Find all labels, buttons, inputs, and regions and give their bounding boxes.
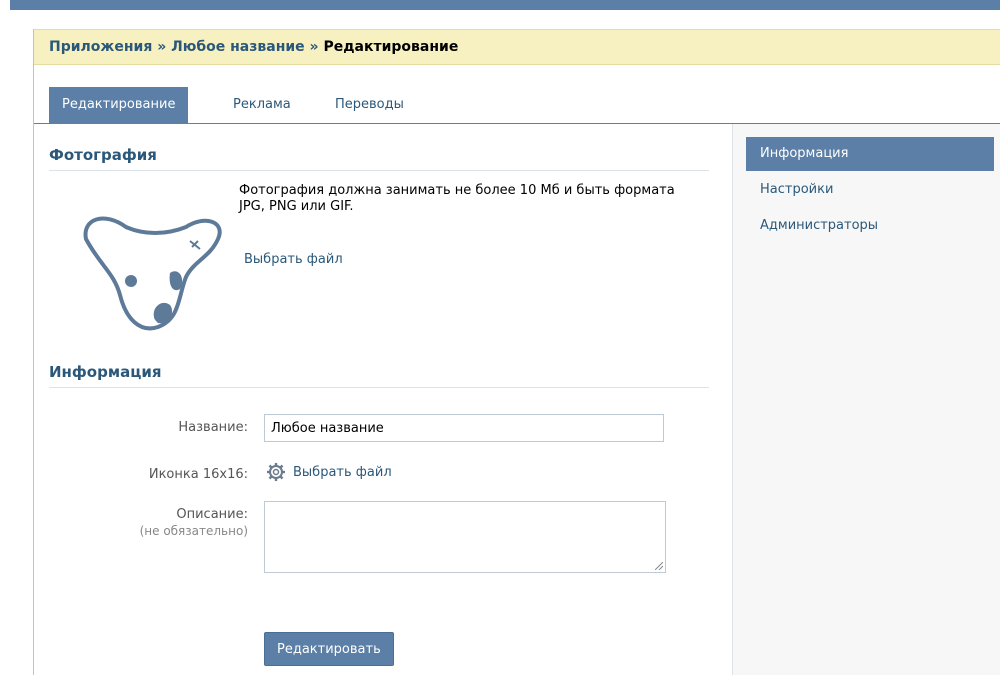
breadcrumb-apps-link[interactable]: Приложения [49,39,152,55]
breadcrumb-current: Редактирование [323,39,459,55]
breadcrumb-bar: Приложения » Любое название » Редактиров… [34,29,1000,65]
name-input[interactable] [264,414,664,442]
tab-ads[interactable]: Реклама [220,87,304,123]
info-section-title: Информация [49,363,162,381]
tab-translations[interactable]: Переводы [322,87,417,123]
description-label: Описание: [176,507,248,522]
info-section-divider [49,387,709,388]
top-bar [0,0,1000,10]
icon-label: Иконка 16x16: [148,467,248,482]
page-frame: Приложения » Любое название » Редактиров… [33,29,1000,675]
photo-requirements-text: Фотография должна занимать не более 10 М… [239,183,675,214]
sidebar-item-settings[interactable]: Настройки [746,173,994,207]
choose-icon-link[interactable]: Выбрать файл [293,465,392,480]
breadcrumb-separator: » [309,39,319,55]
sidebar-item-admins[interactable]: Администраторы [746,209,994,243]
top-header-strip [10,0,1000,10]
sidebar: Информация Настройки Администраторы [732,124,1000,675]
resize-grip-icon[interactable] [655,562,663,570]
photo-section-title: Фотография [49,146,157,164]
description-hint: (не обязательно) [139,524,248,538]
gear-icon[interactable] [266,462,286,482]
description-textarea[interactable] [264,501,666,573]
breadcrumb: Приложения » Любое название » Редактиров… [49,39,458,55]
vk-dog-placeholder-icon [83,216,222,331]
name-label: Название: [178,420,248,435]
submit-edit-button[interactable]: Редактировать [264,632,394,666]
tab-edit[interactable]: Редактирование [49,87,189,123]
breadcrumb-separator: » [157,39,167,55]
choose-photo-link[interactable]: Выбрать файл [244,252,343,267]
sidebar-item-info[interactable]: Информация [746,137,994,171]
breadcrumb-app-link[interactable]: Любое название [171,39,305,55]
